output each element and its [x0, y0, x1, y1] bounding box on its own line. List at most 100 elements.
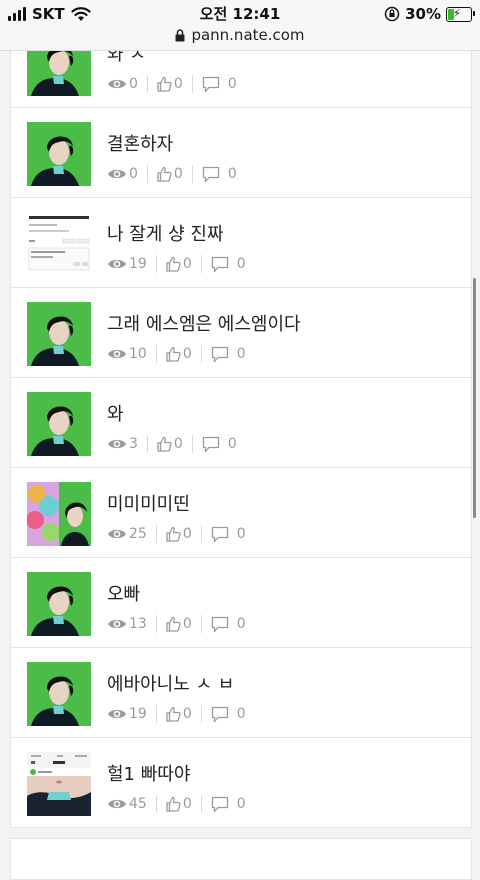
comment-icon — [211, 796, 228, 812]
eye-icon — [108, 799, 126, 809]
post-stats: 19 0 0 — [107, 703, 246, 725]
list-item[interactable]: 결혼하자 0 0 0 — [11, 108, 471, 198]
comments-count: 0 — [236, 616, 246, 632]
status-right: 30% ⚡ — [384, 3, 475, 25]
thumbs-up-icon — [157, 76, 172, 92]
post-title[interactable]: 나 잘게 샹 진짜 — [107, 220, 224, 246]
views-stat: 19 — [107, 256, 147, 272]
likes-count: 0 — [182, 796, 192, 812]
thumbs-up-icon — [157, 166, 172, 182]
views-stat: 25 — [107, 526, 147, 542]
divider — [155, 525, 157, 543]
post-thumbnail[interactable] — [27, 482, 91, 546]
post-stats: 45 0 0 — [107, 793, 246, 815]
list-item[interactable]: 그래 에스엠은 에스엠이다 10 0 0 — [11, 288, 471, 378]
eye-icon — [108, 619, 126, 629]
list-item[interactable]: 헐1 빠따야 45 0 0 — [11, 738, 471, 827]
likes-count: 0 — [182, 346, 192, 362]
post-title[interactable]: 에바아니노 ㅅ ㅂ — [107, 670, 234, 696]
post-title[interactable]: 결혼하자 — [107, 130, 173, 156]
thumbs-up-icon — [166, 346, 181, 362]
likes-count: 0 — [182, 616, 192, 632]
post-thumbnail[interactable] — [27, 572, 91, 636]
post-title[interactable]: 오빠 — [107, 580, 140, 606]
list-item[interactable]: 미미미미띤 25 0 0 — [11, 468, 471, 558]
divider — [146, 165, 148, 183]
comment-icon — [211, 616, 228, 632]
views-count: 10 — [129, 346, 147, 362]
eye-icon — [108, 709, 126, 719]
divider — [146, 435, 148, 453]
likes-count: 0 — [182, 256, 192, 272]
collage-image — [27, 482, 91, 546]
post-title[interactable]: 와 — [107, 400, 124, 426]
divider — [155, 705, 157, 723]
comments-stat: 0 — [211, 346, 246, 363]
divider — [200, 705, 202, 723]
likes-stat: 0 — [166, 706, 192, 722]
likes-stat: 0 — [166, 616, 192, 632]
post-thumbnail[interactable] — [27, 392, 91, 456]
views-stat: 0 — [107, 76, 138, 92]
post-title[interactable]: 헐1 빠따야 — [107, 760, 190, 786]
scrollbar[interactable] — [473, 278, 476, 518]
comment-icon — [211, 706, 228, 722]
comments-stat: 0 — [202, 436, 237, 453]
battery-percent: 30% — [405, 5, 441, 23]
views-count: 25 — [129, 526, 147, 542]
post-stats: 13 0 0 — [107, 613, 246, 635]
portrait-image — [27, 662, 91, 726]
comments-stat: 0 — [211, 706, 246, 723]
list-item[interactable]: 와 3 0 0 — [11, 378, 471, 468]
portrait-image — [27, 302, 91, 366]
portrait-image — [27, 572, 91, 636]
comments-count: 0 — [236, 346, 246, 362]
post-thumbnail[interactable] — [27, 212, 91, 276]
post-title[interactable]: 그래 에스엠은 에스엠이다 — [107, 310, 301, 336]
eye-icon — [108, 79, 126, 89]
comment-icon — [211, 526, 228, 542]
post-title[interactable]: 미미미미띤 — [107, 490, 190, 516]
post-thumbnail[interactable] — [27, 302, 91, 366]
list-item[interactable]: 에바아니노 ㅅ ㅂ 19 0 0 — [11, 648, 471, 738]
views-stat: 10 — [107, 346, 147, 362]
comments-count: 0 — [227, 166, 237, 182]
likes-stat: 0 — [157, 166, 183, 182]
post-thumbnail[interactable] — [27, 662, 91, 726]
comments-count: 0 — [236, 796, 246, 812]
portrait-image — [27, 392, 91, 456]
views-count: 0 — [129, 76, 138, 92]
comments-stat: 0 — [211, 526, 246, 543]
charging-icon: ⚡ — [453, 6, 461, 20]
comments-count: 0 — [227, 76, 237, 92]
comments-stat: 0 — [202, 166, 237, 183]
comments-count: 0 — [236, 526, 246, 542]
eye-icon — [108, 259, 126, 269]
rotation-lock-icon — [384, 6, 400, 22]
divider — [200, 525, 202, 543]
comments-stat: 0 — [211, 256, 246, 273]
likes-count: 0 — [173, 76, 183, 92]
thumbs-up-icon — [166, 706, 181, 722]
post-thumbnail[interactable] — [27, 122, 91, 186]
eye-icon — [108, 169, 126, 179]
post-list: 와 ㅅ 0 0 0 결혼하자 0 0 0 나 잘게 샹 진짜 19 0 0 그래… — [10, 18, 472, 828]
address-bar[interactable]: pann.nate.com — [0, 26, 480, 44]
comment-icon — [211, 346, 228, 362]
post-thumbnail[interactable] — [27, 752, 91, 816]
likes-count: 0 — [173, 436, 183, 452]
status-bar: SKT 오전 12:41 30% ⚡ pann.nate.com — [0, 0, 480, 51]
comments-count: 0 — [236, 256, 246, 272]
eye-icon — [108, 439, 126, 449]
comment-icon — [202, 436, 219, 452]
padlock-icon — [175, 28, 185, 41]
views-stat: 13 — [107, 616, 147, 632]
divider — [146, 75, 148, 93]
list-item[interactable]: 오빠 13 0 0 — [11, 558, 471, 648]
profile-image — [27, 752, 91, 816]
portrait-image — [27, 122, 91, 186]
views-stat: 3 — [107, 436, 138, 452]
views-stat: 19 — [107, 706, 147, 722]
divider — [200, 345, 202, 363]
list-item[interactable]: 나 잘게 샹 진짜 19 0 0 — [11, 198, 471, 288]
